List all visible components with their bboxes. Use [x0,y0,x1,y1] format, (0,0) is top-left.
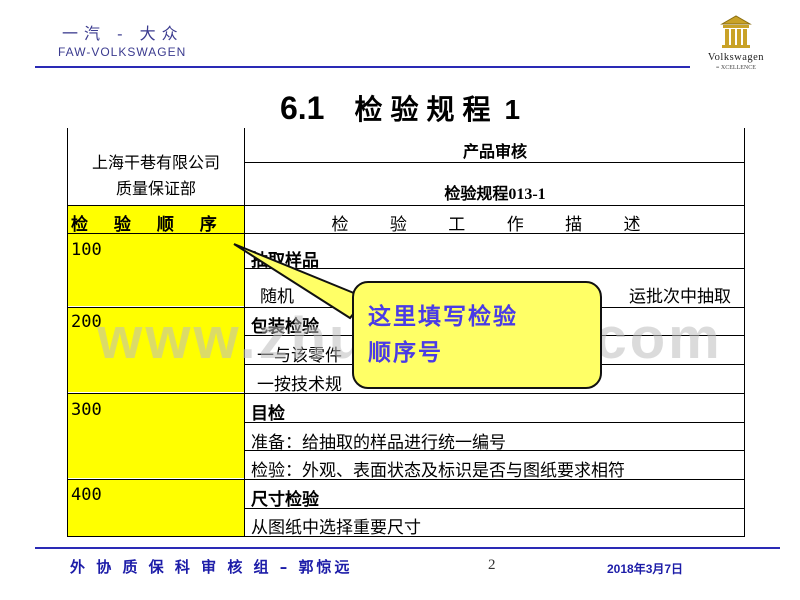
row-text: 检验：外观、表面状态及标识是否与图纸要求相符 [251,461,625,481]
building-icon [720,15,752,48]
header-divider [35,66,690,68]
sequence-header: 检 验 顺 序 [71,215,227,235]
callout-text: 这里填写检验 顺序号 [368,299,598,371]
company-name: 上海干巷有限公司 质量保证部 [67,150,245,202]
title-text: 检验规程 [354,93,499,126]
brand-tagline: ≡ XCELLENCE [716,65,756,71]
row-text: 一按技术规 [257,375,342,395]
company-line-1: 上海干巷有限公司 [91,153,220,172]
brand-name: Volkswagen [707,52,765,63]
volkswagen-badge: Volkswagen ≡ XCELLENCE [694,12,778,76]
footer-author: 外 协 质 保 科 审 核 组 – 郭惊远 [70,558,353,576]
row-line [245,422,745,423]
row-line [67,393,745,394]
callout-line-1: 这里填写检验 [368,304,518,330]
audit-header: 产品审核 [462,144,527,161]
row-text: 从图纸中选择重要尺寸 [251,518,421,538]
row-text-right: 运批次中抽取 [629,287,731,307]
footer-divider [35,547,780,549]
footer-date: 2018年3月7日 [607,562,684,576]
row-line [67,205,745,206]
row-line [245,508,745,509]
title-number: 6.1 [279,90,325,126]
row-text: 准备：给抽取的样品进行统一编号 [251,433,506,453]
description-header: 检 验 工 作 描 述 [331,215,659,235]
company-logo-english: FAW-VOLKSWAGEN [58,45,187,59]
title-index: 1 [504,94,521,125]
callout-box: 这里填写检验 顺序号 [352,281,602,389]
callout-pointer [233,243,368,320]
page-number: 2 [488,557,496,573]
company-line-2: 质量保证部 [115,179,196,198]
page-title: 6.1 检验规程 1 [0,88,800,128]
callout-line-2: 顺序号 [368,340,443,366]
row-heading: 尺寸检验 [251,490,319,510]
row-heading: 目检 [251,404,285,424]
company-logo-chinese: 一汽 - 大众 [62,24,184,43]
seq-number: 400 [71,485,102,505]
seq-number: 300 [71,400,102,420]
row-line [245,162,745,163]
seq-number: 100 [71,240,102,260]
procedure-header: 检验规程013-1 [444,186,546,203]
